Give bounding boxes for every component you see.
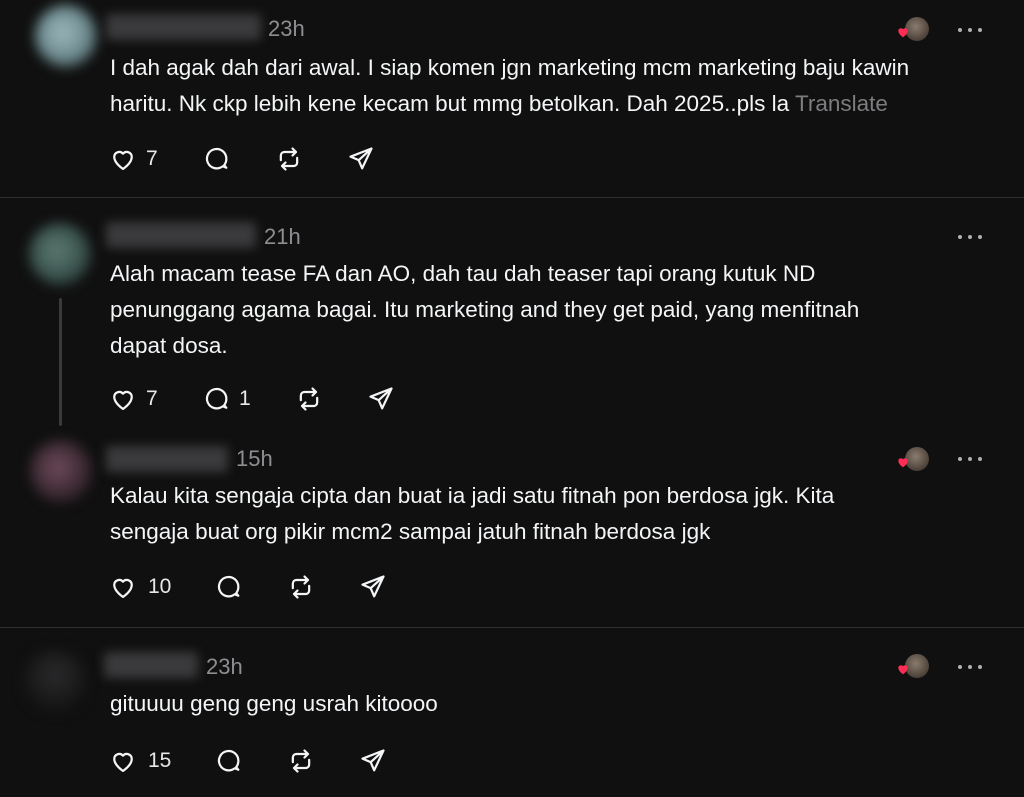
share-button[interactable] [346,142,386,176]
post-body: gituuuu geng geng usrah kitoooo [110,686,1010,722]
thread-line [59,298,62,426]
post-line: gituuuu geng geng usrah kitoooo [110,691,438,716]
repost-icon [291,749,311,773]
username-blurred[interactable] [104,652,198,678]
like-button[interactable]: 7 [108,142,168,176]
post-line: penunggang agama bagai. Itu marketing an… [110,297,860,322]
post-4: 23h gituuuu geng geng usrah kitoooo 15 [0,628,1024,797]
username-blurred[interactable] [106,446,228,472]
reply-button[interactable] [214,744,254,778]
username-blurred[interactable] [106,14,261,40]
avatar[interactable] [30,440,92,502]
repost-icon [299,387,319,411]
share-button[interactable] [358,570,398,604]
post-3: 15h Kalau kita sengaja cipta dan buat ia… [0,430,1024,627]
paper-plane-icon [369,387,393,410]
author-liked-heart-icon [898,665,908,675]
repost-button[interactable] [274,142,314,176]
heart-outline-icon [113,578,133,599]
post-time: 23h [206,654,243,679]
speech-bubble-icon [205,147,228,170]
more-dots-icon[interactable] [958,26,984,34]
repost-button[interactable] [286,570,326,604]
action-bar: 7 1 [108,382,408,416]
post-line: dapat dosa. [110,333,228,358]
translate-link[interactable]: Translate [795,91,888,116]
more-dots-icon[interactable] [958,233,984,241]
share-button[interactable] [358,744,398,778]
more-dots-icon[interactable] [958,455,984,463]
post-time: 23h [268,16,305,41]
speech-bubble-icon [217,749,240,772]
action-bar: 7 [108,142,408,176]
post-1: 23h I dah agak dah dari awal. I siap kom… [0,0,1024,197]
post-body: I dah agak dah dari awal. I siap komen j… [110,50,1010,122]
heart-outline-icon [113,752,133,773]
share-button[interactable] [366,382,406,416]
post-line: haritu. Nk ckp lebih kene kecam but mmg … [110,91,795,116]
author-liked-badge [896,15,932,45]
reply-button[interactable] [214,570,254,604]
reply-button[interactable]: 1 [202,382,262,416]
reply-button[interactable] [202,142,242,176]
post-body: Alah macam tease FA dan AO, dah tau dah … [110,256,1010,364]
action-bar: 15 [108,744,408,778]
post-2: 21h Alah macam tease FA dan AO, dah tau … [0,198,1024,430]
like-button[interactable]: 7 [108,382,168,416]
repost-icon [291,575,311,599]
like-count: 7 [146,387,158,410]
more-dots-icon[interactable] [958,663,984,671]
avatar[interactable] [35,5,97,67]
like-count: 15 [148,749,172,772]
author-liked-heart-icon [898,28,908,38]
username-blurred[interactable] [106,222,256,248]
post-line: sengaja buat org pikir mcm2 sampai jatuh… [110,519,711,544]
reply-count: 1 [239,387,251,410]
paper-plane-icon [361,749,385,772]
repost-button[interactable] [286,744,326,778]
post-body: Kalau kita sengaja cipta dan buat ia jad… [110,478,1010,550]
post-line: Kalau kita sengaja cipta dan buat ia jad… [110,483,835,508]
heart-outline-icon [113,390,133,411]
like-button[interactable]: 10 [108,570,178,604]
avatar[interactable] [24,650,86,712]
paper-plane-icon [349,147,373,170]
action-bar: 10 [108,570,408,604]
speech-bubble-icon [217,575,240,598]
speech-bubble-icon [205,387,228,410]
like-button[interactable]: 15 [108,744,178,778]
heart-outline-icon [113,150,133,171]
avatar[interactable] [29,223,91,285]
repost-button[interactable] [294,382,334,416]
post-time: 21h [264,224,301,249]
post-line: Alah macam tease FA dan AO, dah tau dah … [110,261,816,286]
author-liked-heart-icon [898,458,908,468]
like-count: 7 [146,147,158,170]
post-line: I dah agak dah dari awal. I siap komen j… [110,55,910,80]
repost-icon [279,147,299,171]
like-count: 10 [148,575,172,598]
post-time: 15h [236,446,273,471]
author-liked-badge [896,652,932,682]
paper-plane-icon [361,575,385,598]
author-liked-badge [896,445,932,475]
